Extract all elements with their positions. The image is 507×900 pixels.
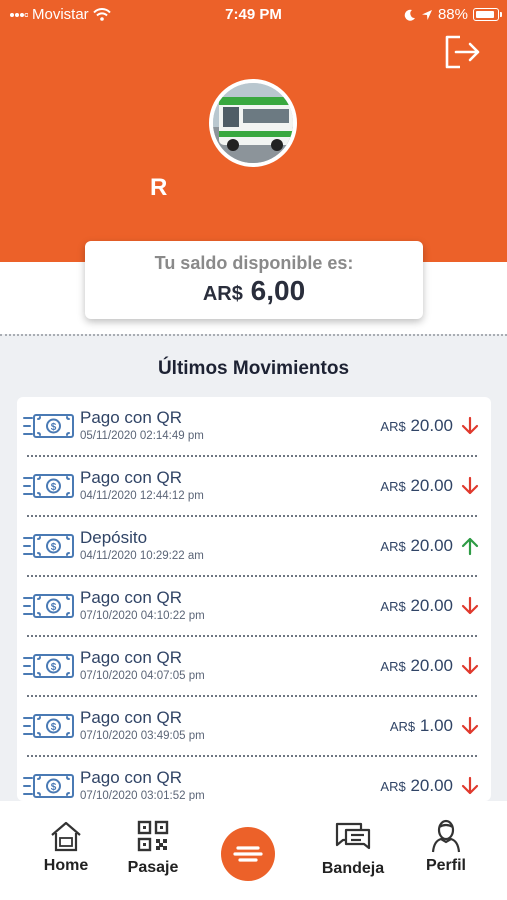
movement-title: Pago con QR [80, 468, 183, 487]
status-bar: Movistar 7:49 PM 88% [0, 0, 507, 30]
header: Movistar 7:49 PM 88% R [0, 0, 507, 262]
movement-currency: AR$ [380, 539, 406, 554]
location-arrow-icon [421, 9, 432, 20]
movement-date: 04/11/2020 10:29:22 am [80, 550, 204, 562]
svg-text:$: $ [51, 722, 57, 733]
arrow-down-icon [461, 476, 479, 495]
movement-date: 07/10/2020 04:07:05 pm [80, 670, 205, 682]
svg-text:$: $ [51, 422, 57, 433]
movement-currency: AR$ [380, 599, 406, 614]
home-icon [51, 821, 81, 852]
menu-button[interactable] [221, 827, 275, 881]
movement-currency: AR$ [380, 659, 406, 674]
movement-value: 20.00 [410, 656, 453, 675]
tab-perfil[interactable]: Perfil [418, 819, 474, 875]
user-icon [431, 819, 461, 853]
dotted-separator [0, 334, 507, 336]
battery-percent: 88% [437, 6, 468, 23]
movement-row[interactable]: $ Pago con QR 07/10/2020 04:10:22 pm AR$… [17, 577, 491, 637]
balance-label: Tu saldo disponible es: [154, 253, 354, 273]
svg-text:$: $ [51, 542, 57, 553]
tab-perfil-label: Perfil [425, 857, 466, 874]
tab-pasaje-label: Pasaje [127, 859, 179, 876]
money-bill-icon: $ [23, 474, 74, 498]
money-bill-icon: $ [23, 774, 74, 798]
movement-row[interactable]: $ Pago con QR 05/11/2020 02:14:49 pm AR$… [17, 397, 491, 457]
user-name: R [150, 174, 168, 201]
arrow-up-icon [461, 537, 479, 556]
arrow-down-icon [461, 416, 479, 435]
movement-value: 20.00 [410, 776, 453, 795]
money-bill-icon: $ [23, 594, 74, 618]
bus-avatar[interactable] [209, 79, 297, 167]
movement-row[interactable]: $ Pago con QR 04/11/2020 12:44:12 pm AR$… [17, 457, 491, 517]
balance-amount: 6,00 [250, 275, 306, 306]
movement-currency: AR$ [380, 419, 406, 434]
movement-amount: AR$ 20.00 [380, 476, 453, 496]
logout-icon[interactable] [444, 34, 482, 70]
movement-title: Pago con QR [80, 768, 183, 787]
movement-amount: AR$ 20.00 [380, 656, 453, 676]
movement-title: Depósito [80, 528, 148, 547]
movement-date: 07/10/2020 03:01:52 pm [80, 790, 205, 801]
movement-currency: AR$ [380, 779, 406, 794]
tab-pasaje[interactable]: Pasaje [122, 819, 184, 877]
movement-amount: AR$ 1.00 [390, 716, 453, 736]
movement-row[interactable]: $ Pago con QR 07/10/2020 03:49:05 pm AR$… [17, 697, 491, 757]
svg-text:$: $ [51, 602, 57, 613]
movement-title: Pago con QR [80, 408, 183, 427]
tab-home-label: Home [43, 857, 89, 874]
money-bill-icon: $ [23, 714, 74, 738]
movement-date: 07/10/2020 03:49:05 pm [80, 730, 205, 742]
tab-home[interactable]: Home [38, 819, 94, 875]
status-right: 88% [404, 6, 502, 23]
bus-picture [213, 83, 293, 163]
movements-list[interactable]: $ Pago con QR 05/11/2020 02:14:49 pm AR$… [17, 397, 491, 801]
movement-currency: AR$ [389, 719, 416, 734]
moon-icon [404, 9, 415, 21]
tab-bandeja[interactable]: Bandeja [314, 821, 392, 878]
movement-value: 20.00 [410, 596, 453, 615]
svg-text:$: $ [51, 482, 57, 493]
movement-amount: AR$ 20.00 [380, 416, 453, 436]
svg-text:$: $ [51, 662, 57, 673]
movement-row[interactable]: $ Pago con QR 07/10/2020 03:01:52 pm AR$… [17, 757, 491, 801]
movement-title: Pago con QR [80, 648, 183, 667]
balance-value: AR$ 6,00 [85, 275, 423, 307]
movement-row[interactable]: $ Depósito 04/11/2020 10:29:22 am AR$ 20… [17, 517, 491, 577]
movement-amount: AR$ 20.00 [380, 776, 453, 796]
movement-value: 1.00 [419, 716, 453, 735]
movement-currency: AR$ [380, 479, 406, 494]
tab-bandeja-label: Bandeja [321, 860, 385, 877]
svg-text:$: $ [51, 782, 57, 793]
movement-date: 05/11/2020 02:14:49 pm [80, 430, 204, 442]
balance-card: Tu saldo disponible es: AR$ 6,00 [85, 241, 423, 319]
movement-date: 07/10/2020 04:10:22 pm [80, 610, 205, 622]
movement-date: 04/11/2020 12:44:12 pm [80, 490, 204, 502]
movements-title: Últimos Movimientos [157, 358, 350, 379]
movement-amount: AR$ 20.00 [380, 536, 453, 556]
arrow-down-icon [461, 596, 479, 615]
money-bill-icon: $ [23, 414, 74, 438]
movement-row[interactable]: $ Pago con QR 07/10/2020 04:07:05 pm AR$… [17, 637, 491, 697]
movement-amount: AR$ 20.00 [380, 596, 453, 616]
arrow-down-icon [461, 716, 479, 735]
balance-currency: AR$ [202, 283, 243, 305]
tab-bar: Home Pasaje Bandeja Perfil [0, 801, 507, 900]
qr-code-icon [137, 820, 169, 852]
movement-value: 20.00 [410, 476, 453, 495]
arrow-down-icon [461, 656, 479, 675]
arrow-down-icon [461, 776, 479, 795]
battery-icon [473, 8, 502, 21]
movement-value: 20.00 [410, 416, 453, 435]
movement-title: Pago con QR [80, 588, 183, 607]
menu-icon [233, 846, 263, 862]
movement-value: 20.00 [410, 536, 453, 555]
money-bill-icon: $ [23, 654, 74, 678]
chat-icon [335, 822, 371, 850]
movement-title: Pago con QR [80, 708, 183, 727]
money-bill-icon: $ [23, 534, 74, 558]
